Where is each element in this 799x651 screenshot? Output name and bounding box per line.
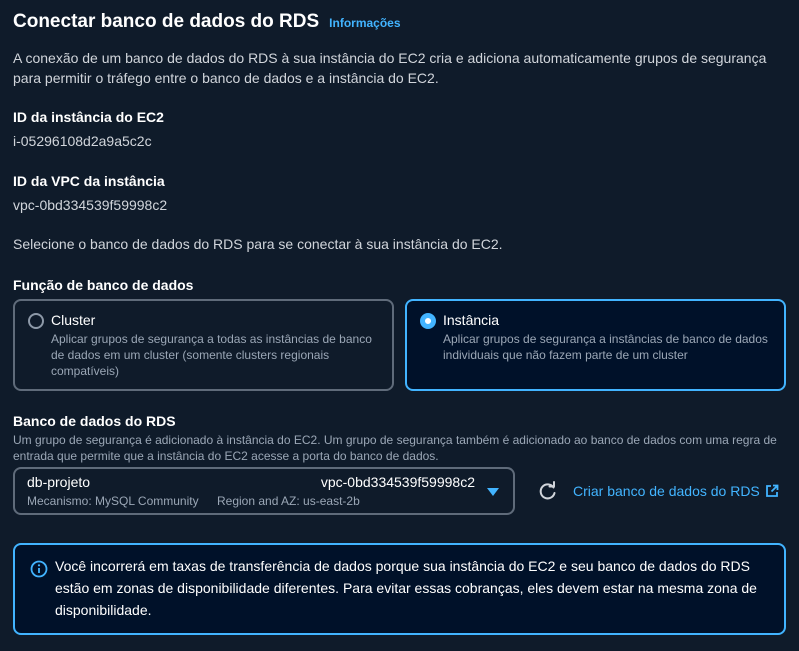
vpc-id-value: vpc-0bd334539f59998c2 bbox=[13, 197, 168, 213]
caret-down-icon[interactable] bbox=[487, 488, 499, 496]
create-rds-database-link[interactable]: Criar banco de dados do RDS bbox=[573, 483, 779, 499]
rds-database-select[interactable]: db-projeto vpc-0bd334539f59998c2 Mecanis… bbox=[13, 467, 515, 515]
db-role-option-cluster[interactable]: Cluster Aplicar grupos de segurança a to… bbox=[13, 299, 394, 391]
ec2-instance-id-label: ID da instância do EC2 bbox=[13, 109, 164, 125]
rds-connect-panel: Conectar banco de dados do RDS Informaçõ… bbox=[0, 0, 799, 651]
page-description: A conexão de um banco de dados do RDS à … bbox=[13, 50, 767, 86]
header: Conectar banco de dados do RDS Informaçõ… bbox=[13, 11, 401, 33]
radio-icon[interactable] bbox=[420, 313, 436, 329]
alert-text: Você incorrerá em taxas de transferência… bbox=[55, 558, 757, 618]
create-link-label: Criar banco de dados do RDS bbox=[573, 483, 760, 499]
db-vpc: vpc-0bd334539f59998c2 bbox=[320, 474, 475, 490]
external-link-icon bbox=[765, 484, 779, 497]
info-alert: Você incorrerá em taxas de transferência… bbox=[13, 543, 786, 635]
radio-icon[interactable] bbox=[28, 313, 44, 329]
rds-database-label: Banco de dados do RDS bbox=[13, 413, 176, 429]
vpc-id-label: ID da VPC da instância bbox=[13, 173, 165, 189]
rds-database-description: Um grupo de segurança é adicionado à ins… bbox=[13, 433, 777, 463]
option-title: Cluster bbox=[51, 312, 96, 328]
info-icon bbox=[30, 560, 48, 578]
option-description: Aplicar grupos de segurança a todas as i… bbox=[51, 332, 372, 378]
db-engine: Mecanismo: MySQL Community bbox=[27, 494, 199, 508]
refresh-icon[interactable] bbox=[537, 480, 559, 502]
db-role-option-instance[interactable]: Instância Aplicar grupos de segurança a … bbox=[405, 299, 786, 391]
ec2-instance-id-value: i-05296108d2a9a5c2c bbox=[13, 133, 152, 149]
info-link[interactable]: Informações bbox=[329, 16, 400, 30]
option-description: Aplicar grupos de segurança a instâncias… bbox=[443, 332, 768, 362]
page-title: Conectar banco de dados do RDS bbox=[13, 11, 320, 32]
db-role-label: Função de banco de dados bbox=[13, 277, 194, 293]
db-region: Region and AZ: us-east-2b bbox=[217, 494, 360, 508]
db-name: db-projeto bbox=[27, 474, 91, 490]
select-rds-message: Selecione o banco de dados do RDS para s… bbox=[13, 236, 503, 252]
option-title: Instância bbox=[443, 312, 500, 328]
